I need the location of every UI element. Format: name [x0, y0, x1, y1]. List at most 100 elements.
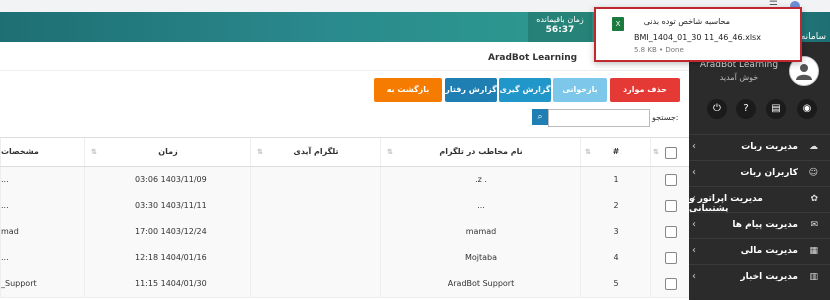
- row-time: 12:18 1404/01/16: [84, 245, 301, 271]
- news-icon: ▥: [809, 272, 818, 282]
- chevron-left-icon: ‹: [692, 271, 696, 282]
- row-details: ...: [0, 245, 85, 271]
- sidebar-item-news[interactable]: ‹ مدیریت اخبار ▥: [689, 264, 830, 291]
- sort-icon[interactable]: ⇅: [257, 138, 263, 166]
- report-button[interactable]: گزارش گیری: [499, 78, 551, 102]
- sidebar-item-label: مدیریت ربات: [741, 142, 798, 152]
- download-popup[interactable]: X محاسبه شاخص توده بدنی BMI_1404_01_30 1…: [594, 7, 802, 62]
- row-details: ...: [0, 167, 85, 193]
- col-index[interactable]: # ⇅: [580, 138, 651, 166]
- checkbox-cell: [650, 219, 690, 245]
- sidebar-item-bot-users[interactable]: ‹ کاربران ربات ☺: [689, 160, 830, 187]
- col-details[interactable]: مشخصات: [0, 138, 85, 166]
- row-checkbox[interactable]: [665, 278, 677, 290]
- help-icon[interactable]: ?: [736, 99, 756, 119]
- delete-selected-button[interactable]: حذف موارد انتخابی: [610, 78, 680, 118]
- checkbox-cell: [650, 167, 690, 193]
- sort-icon[interactable]: ⇅: [91, 138, 97, 166]
- timer-value: 56:37: [545, 25, 575, 35]
- user-avatar-icon: [796, 64, 812, 80]
- row-index: 2: [580, 193, 651, 219]
- row-checkbox[interactable]: [665, 252, 677, 264]
- row-name: AradBot Support: [380, 271, 581, 297]
- app-title: سامانه: [800, 32, 826, 42]
- row-time: 17:00 1403/12/24: [84, 219, 301, 245]
- row-time: 03:30 1403/11/11: [84, 193, 301, 219]
- sidebar-item-operator-support[interactable]: ‹ مدیریت اپراتور و پشتیبانی ✿: [689, 186, 830, 214]
- row-index: 5: [580, 271, 651, 297]
- row-index: 4: [580, 245, 651, 271]
- finance-icon: ▦: [809, 246, 818, 256]
- row-checkbox[interactable]: [665, 174, 677, 186]
- col-telegram-id[interactable]: تلگرام آیدی ⇅: [250, 138, 381, 166]
- search-label: جستجو:: [652, 113, 679, 122]
- col-name-label: نام مخاطب در تلگرام: [439, 147, 523, 156]
- row-checkbox[interactable]: [665, 226, 677, 238]
- book-icon[interactable]: ▤: [766, 99, 786, 119]
- page-header: [0, 42, 689, 71]
- checkbox-cell: [650, 245, 690, 271]
- sidebar-item-bot-management[interactable]: ‹ مدیریت ربات ☁: [689, 134, 830, 161]
- excel-file-icon: X: [612, 17, 624, 31]
- users-icon: ☺: [808, 168, 818, 178]
- sidebar-item-label: مدیریت مالی: [740, 246, 798, 256]
- table-header: ⇅ # ⇅ نام مخاطب در تلگرام ⇅ تلگرام آیدی …: [0, 137, 689, 168]
- sidebar-item-label: مدیریت اپراتور و پشتیبانی: [689, 194, 763, 214]
- table-row[interactable]: 1 .z . 03:06 1403/11/09...: [0, 167, 689, 194]
- row-name: Mojtaba: [380, 245, 581, 271]
- sort-icon[interactable]: ⇅: [585, 138, 591, 166]
- table-row[interactable]: 5 AradBot Support 11:15 1404/01/30 _Support: [0, 271, 689, 298]
- download-filename[interactable]: BMI_1404_01_30 11_46_46.xlsx: [634, 33, 761, 42]
- row-details: _Support: [0, 271, 85, 297]
- sidebar-item-messages[interactable]: ‹ مدیریت پیام ها ✉: [689, 212, 830, 239]
- row-details: mad: [0, 219, 85, 245]
- sidebar-item-label: مدیریت اخبار: [740, 272, 798, 282]
- behavior-report-button[interactable]: گزارش رفتار: [445, 78, 497, 102]
- session-timer: زمان باقیمانده 56:37: [528, 12, 592, 42]
- row-checkbox[interactable]: [665, 200, 677, 212]
- col-telegram-id-label: تلگرام آیدی: [293, 147, 339, 156]
- message-icon: ✉: [810, 220, 818, 230]
- sidebar-icon-row: ⏻ ? ▤ ◉: [689, 96, 830, 122]
- user-icon[interactable]: ◉: [797, 99, 817, 119]
- chevron-left-icon: ‹: [692, 245, 696, 256]
- row-time: 03:06 1403/11/09: [84, 167, 301, 193]
- col-time[interactable]: زمان ⇅: [84, 138, 251, 166]
- sort-icon[interactable]: ⇅: [387, 138, 393, 166]
- row-name: mamad: [380, 219, 581, 245]
- col-name[interactable]: نام مخاطب در تلگرام ⇅: [380, 138, 581, 166]
- timer-label: زمان باقیمانده: [536, 15, 584, 24]
- chevron-left-icon: ‹: [692, 141, 696, 152]
- table-row[interactable]: 2... 03:30 1403/11/11...: [0, 193, 689, 220]
- welcome-text: خوش آمدید: [719, 73, 759, 82]
- back-to-list-button[interactable]: بازگشت به لیست: [374, 78, 442, 118]
- col-index-label: #: [612, 147, 620, 156]
- col-time-label: زمان: [158, 147, 178, 156]
- reload-button[interactable]: بازخوانی: [553, 78, 607, 102]
- row-name: ...: [380, 193, 581, 219]
- checkbox-cell: [650, 271, 690, 297]
- sort-icon[interactable]: ⇅: [653, 138, 659, 166]
- power-icon[interactable]: ⏻: [707, 99, 727, 119]
- chevron-left-icon: ‹: [692, 219, 696, 230]
- table-row[interactable]: 4 Mojtaba 12:18 1404/01/16...: [0, 245, 689, 272]
- select-all-cell: ⇅: [650, 138, 690, 166]
- chevron-left-icon: ‹: [692, 167, 696, 178]
- col-details-label: مشخصات: [1, 147, 39, 156]
- search-icon[interactable]: ⌕: [532, 109, 548, 125]
- download-status: 5.8 KB • Done: [634, 46, 684, 54]
- row-time: 11:15 1404/01/30: [84, 271, 301, 297]
- page-title: AradBot Learning: [488, 53, 578, 63]
- sidebar: AradBot Learning خوش آمدید ⏻ ? ▤ ◉ ‹ مدی…: [689, 42, 830, 300]
- row-index: 3: [580, 219, 651, 245]
- support-icon: ✿: [810, 194, 818, 204]
- download-title: محاسبه شاخص توده بدنی: [643, 17, 730, 26]
- search-input[interactable]: [548, 109, 650, 127]
- data-table: ⇅ # ⇅ نام مخاطب در تلگرام ⇅ تلگرام آیدی …: [0, 137, 689, 300]
- sidebar-item-finance[interactable]: ‹ مدیریت مالی ▦: [689, 238, 830, 265]
- table-row[interactable]: 3 mamad 17:00 1403/12/24 mad: [0, 219, 689, 246]
- sidebar-item-label: کاربران ربات: [740, 168, 798, 178]
- row-index: 1: [580, 167, 651, 193]
- sidebar-item-label: مدیریت پیام ها: [732, 220, 798, 230]
- select-all-checkbox[interactable]: [665, 147, 677, 159]
